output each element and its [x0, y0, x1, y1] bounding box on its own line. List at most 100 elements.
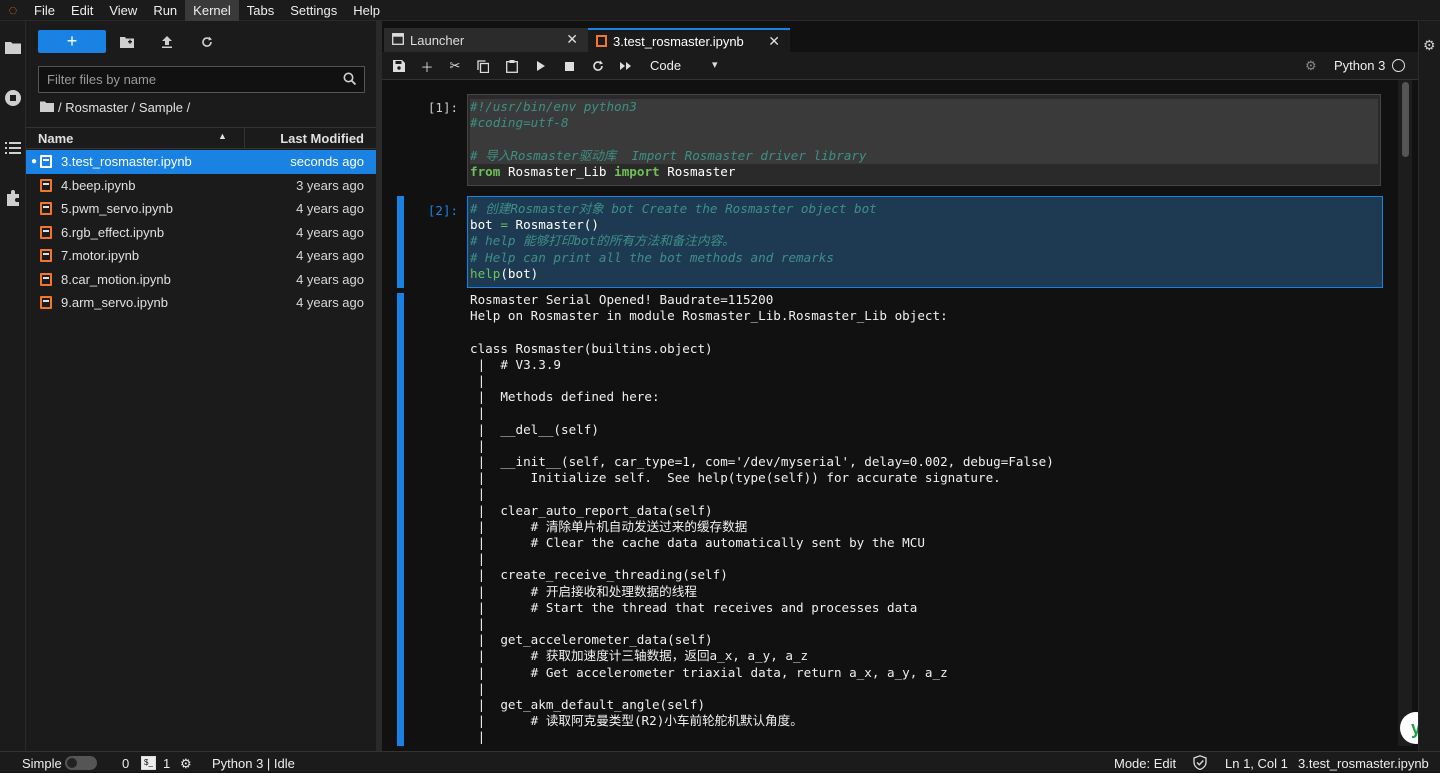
new-launcher-button[interactable]: + [38, 30, 106, 53]
shield-icon[interactable] [1193, 755, 1207, 773]
notebook-icon [40, 178, 52, 192]
code-cell-input[interactable]: #!/usr/bin/env python3 #coding=utf-8 # 导入… [467, 94, 1381, 186]
filter-placeholder: Filter files by name [47, 72, 157, 87]
save-icon[interactable] [390, 57, 408, 75]
menu-view[interactable]: View [101, 0, 145, 21]
edit-mode-text: Mode: Edit [1114, 756, 1177, 771]
kernel-name[interactable]: Python 3 [1334, 58, 1385, 73]
tab-label: 3.test_rosmaster.ipynb [613, 33, 744, 49]
current-file-name: 3.test_rosmaster.ipynb [1298, 756, 1429, 771]
menu-settings[interactable]: Settings [282, 0, 345, 21]
breadcrumb: / Rosmaster / Sample / [40, 100, 190, 115]
refresh-icon[interactable] [198, 33, 216, 51]
kernel-count[interactable]: 1 [163, 756, 170, 771]
menu-file[interactable]: File [26, 0, 63, 21]
gear-icon: ⚙ [1305, 58, 1317, 73]
code-cell-input[interactable]: # 创建Rosmaster对象 bot Create the Rosmaster… [467, 196, 1383, 288]
menu-bar: ◌ File Edit View Run Kernel Tabs Setting… [0, 0, 1440, 21]
toc-icon[interactable] [0, 133, 26, 163]
chevron-down-icon[interactable]: ▾ [712, 58, 718, 71]
cursor-position[interactable]: Ln 1, Col 1 [1225, 756, 1288, 771]
kernel-gear-icon[interactable]: ⚙ [180, 756, 192, 772]
simple-mode-label: Simple [22, 756, 62, 771]
terminal-count[interactable]: 0 [122, 756, 129, 771]
file-row[interactable]: 9.arm_servo.ipynb 4 years ago [26, 291, 376, 315]
file-name: 7.motor.ipynb [61, 248, 140, 263]
menu-tabs[interactable]: Tabs [239, 0, 282, 21]
cell-type-select[interactable]: Code [650, 58, 681, 73]
notebook-icon [40, 296, 52, 309]
folder-icon[interactable] [0, 32, 26, 62]
column-divider[interactable] [244, 128, 245, 149]
file-name: 5.pwm_servo.ipynb [61, 201, 173, 216]
run-icon[interactable] [532, 57, 550, 75]
paste-icon[interactable] [503, 57, 521, 75]
tab-notebook[interactable]: 3.test_rosmaster.ipynb ✕ [588, 28, 790, 52]
file-name: 8.car_motion.ipynb [61, 271, 171, 287]
file-name: 9.arm_servo.ipynb [61, 295, 168, 310]
left-activity-bar [0, 21, 26, 751]
upload-icon[interactable] [158, 33, 176, 51]
notebook-icon [40, 225, 52, 239]
file-row[interactable]: 4.beep.ipynb 3 years ago [26, 174, 376, 198]
notebook-panel[interactable]: [1]: #!/usr/bin/env python3 #coding=utf-8… [382, 80, 1418, 746]
file-list-header: Name ▲ Last Modified [26, 127, 376, 149]
code-editor[interactable]: # 创建Rosmaster对象 bot Create the Rosmaster… [468, 197, 1382, 282]
copy-icon[interactable] [474, 57, 492, 75]
notebook-icon [40, 272, 52, 286]
file-row[interactable]: ● 3.test_rosmaster.ipynb seconds ago [26, 150, 376, 174]
column-last-modified[interactable]: Last Modified [280, 131, 364, 146]
restart-icon[interactable] [589, 57, 607, 75]
file-name: 4.beep.ipynb [61, 177, 136, 193]
extension-icon[interactable] [0, 183, 26, 213]
property-inspector-gear-icon[interactable]: ⚙ [1423, 37, 1436, 54]
simple-mode-toggle[interactable] [65, 756, 97, 770]
cell-output: Rosmaster Serial Opened! Baudrate=115200… [470, 292, 1054, 745]
file-row[interactable]: 8.car_motion.ipynb 4 years ago [26, 268, 376, 292]
notebook-icon [40, 249, 52, 262]
menu-kernel[interactable]: Kernel [185, 0, 239, 21]
status-bar: Simple 0 $_ 1 ⚙ Python 3 | Idle Mode: Ed… [0, 751, 1440, 772]
menu-edit[interactable]: Edit [63, 0, 101, 21]
new-folder-icon[interactable] [118, 33, 136, 51]
notebook-icon [596, 35, 607, 47]
file-modified: 3 years ago [296, 177, 364, 193]
terminal-icon[interactable]: $_ [141, 756, 156, 770]
tab-launcher[interactable]: Launcher ✕ [384, 28, 588, 52]
fast-forward-icon[interactable] [617, 57, 635, 75]
notebook-toolbar: ＋ ✂ Code ▾ ⚙ Python 3 [382, 52, 1418, 80]
file-modified: seconds ago [290, 154, 364, 169]
breadcrumb-path[interactable]: / Rosmaster / Sample / [58, 100, 190, 115]
file-modified: 4 years ago [296, 224, 364, 240]
tab-bar: Launcher ✕ 3.test_rosmaster.ipynb ✕ [382, 21, 1418, 52]
cell-prompt: [1]: [427, 100, 458, 115]
menu-run[interactable]: Run [145, 0, 185, 21]
file-name: 6.rgb_effect.ipynb [61, 224, 165, 240]
running-icon[interactable] [0, 83, 26, 113]
search-icon [343, 72, 357, 88]
kernel-status-text[interactable]: Python 3 | Idle [212, 756, 295, 771]
output-collapser[interactable] [397, 293, 404, 746]
close-icon[interactable]: ✕ [566, 31, 578, 48]
add-icon[interactable]: ＋ [418, 57, 436, 75]
file-name: 3.test_rosmaster.ipynb [61, 154, 192, 169]
menu-help[interactable]: Help [345, 0, 388, 21]
stop-icon[interactable] [560, 57, 578, 75]
file-browser-toolbar: + [26, 21, 376, 63]
breadcrumb-folder-icon[interactable] [40, 100, 54, 115]
right-sidebar: ⚙ [1418, 21, 1440, 751]
column-name[interactable]: Name [38, 131, 73, 146]
scrollbar[interactable] [1398, 80, 1412, 746]
close-icon[interactable]: ✕ [768, 33, 780, 50]
cell-prompt: [2]: [427, 203, 458, 218]
file-browser: + Filter files by name / Rosmaster / Sam… [26, 21, 376, 751]
filter-input[interactable]: Filter files by name [38, 66, 365, 93]
cut-icon[interactable]: ✂ [446, 57, 464, 75]
launcher-tab-icon [392, 32, 404, 48]
code-editor[interactable]: #!/usr/bin/env python3 #coding=utf-8 # 导入… [468, 95, 1380, 180]
file-row[interactable]: 5.pwm_servo.ipynb 4 years ago [26, 197, 376, 221]
file-row[interactable]: 7.motor.ipynb 4 years ago [26, 244, 376, 268]
file-row[interactable]: 6.rgb_effect.ipynb 4 years ago [26, 221, 376, 245]
scrollbar-thumb[interactable] [1402, 82, 1409, 157]
notebook-icon [40, 202, 52, 215]
